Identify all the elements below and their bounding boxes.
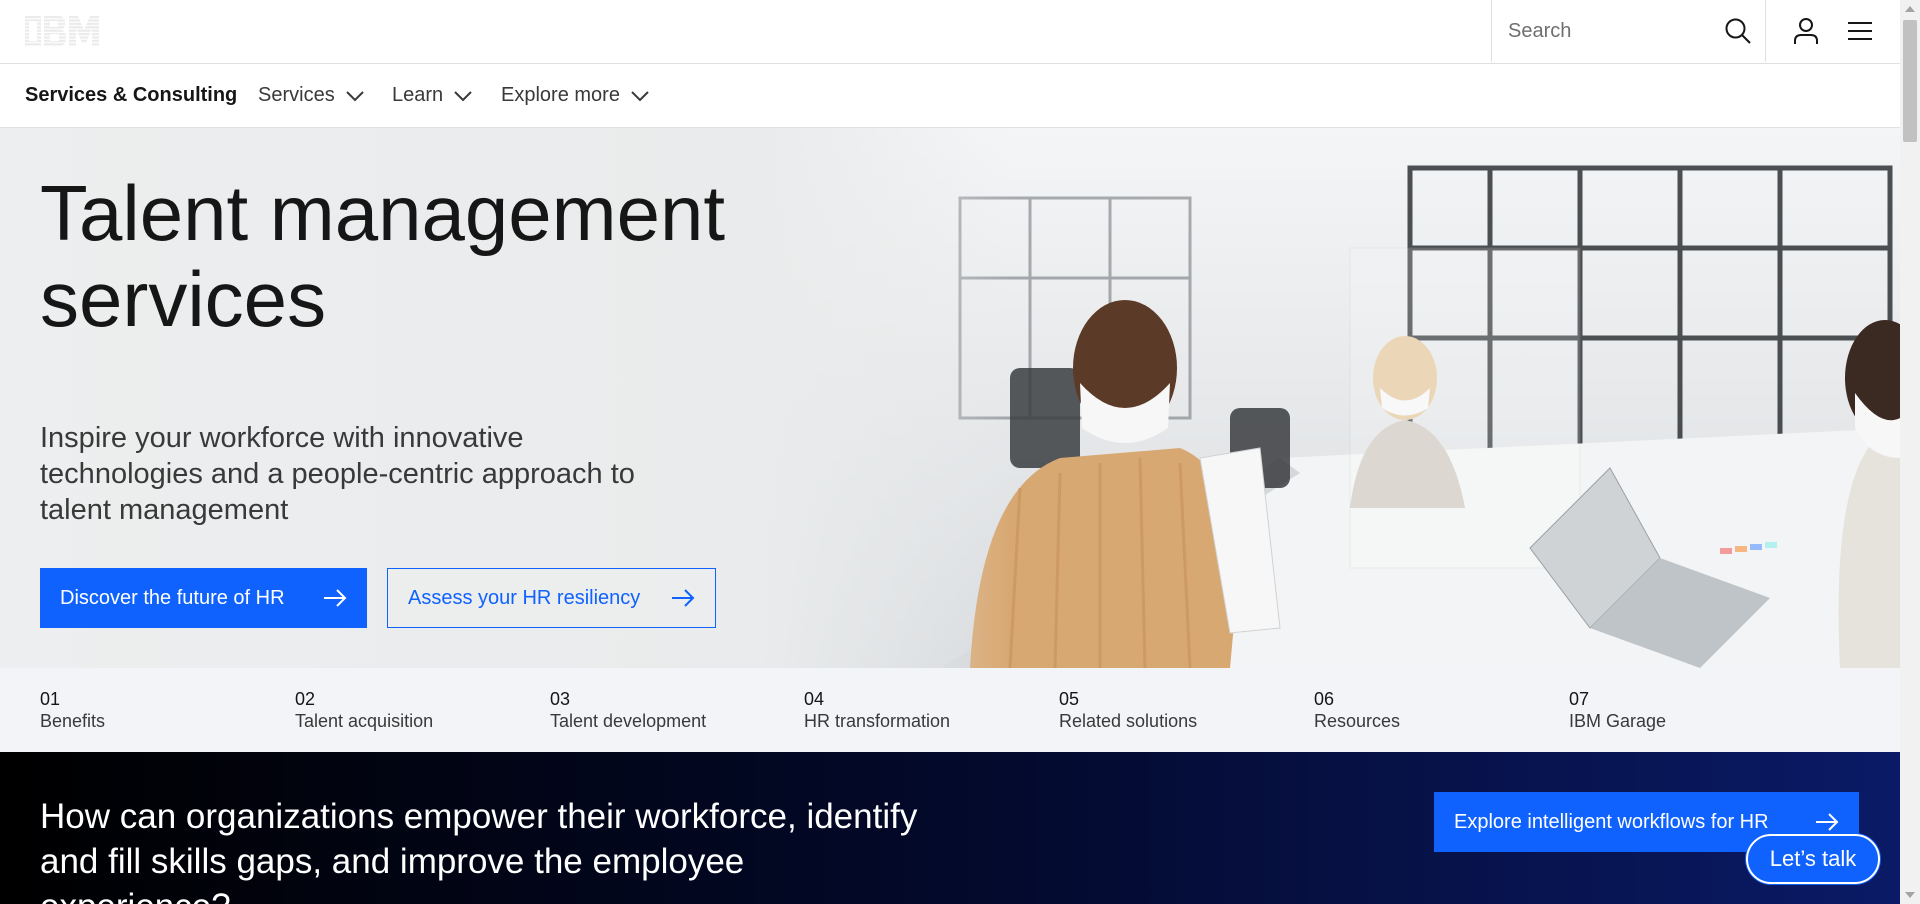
page-title: Talent management services: [40, 169, 726, 343]
toc-label: Resources: [1314, 711, 1401, 731]
triangle-down-icon: [1905, 892, 1915, 898]
cta-band: How can organizations empower their work…: [0, 752, 1900, 904]
chevron-down-icon: [631, 90, 649, 101]
button-label: Explore intelligent workflows for HR: [1454, 810, 1769, 833]
scroll-up-arrow[interactable]: [1900, 0, 1920, 18]
nav-item-explore-more[interactable]: Explore more: [501, 84, 650, 107]
lets-talk-chat-button[interactable]: Let’s talk: [1746, 834, 1880, 884]
toc-item-talent-acquisition[interactable]: 02 Talent acquisition: [295, 688, 433, 732]
triangle-up-icon: [1905, 6, 1915, 12]
search-icon: [1725, 18, 1751, 44]
ibm-logo[interactable]: [25, 16, 99, 46]
page: Services & Consulting Services Learn Exp…: [0, 0, 1900, 904]
page-scrollbar[interactable]: [1900, 0, 1920, 904]
nav-item-services[interactable]: Services: [258, 84, 365, 107]
nav-item-label: Learn: [392, 84, 444, 106]
button-label: Discover the future of HR: [60, 586, 285, 609]
scroll-down-arrow[interactable]: [1900, 886, 1920, 904]
scroll-thumb[interactable]: [1903, 20, 1917, 142]
search-input[interactable]: [1506, 14, 1710, 48]
toc-number: 02: [295, 689, 316, 709]
toc-label: Talent development: [550, 711, 707, 731]
button-label: Assess your HR resiliency: [408, 586, 641, 609]
hero-office-photo: [760, 128, 1900, 668]
cta-band-heading: How can organizations empower their work…: [40, 797, 918, 904]
toc-item-related-solutions[interactable]: 05 Related solutions: [1059, 688, 1197, 732]
ibm-logo-icon: [25, 16, 99, 46]
toc-number: 06: [1314, 689, 1335, 709]
nav-item-learn[interactable]: Learn: [392, 84, 473, 107]
chevron-down-icon: [345, 90, 364, 101]
arrow-right-icon: [324, 589, 347, 607]
toc-number: 07: [1569, 689, 1590, 709]
toc-label: Talent acquisition: [295, 711, 434, 731]
discover-future-hr-button[interactable]: Discover the future of HR: [40, 568, 367, 628]
user-icon: [1794, 18, 1818, 44]
toc-item-benefits[interactable]: 01 Benefits: [40, 688, 105, 732]
toc-label: Benefits: [40, 711, 106, 731]
nav-item-label: Services: [258, 84, 335, 106]
toc-number: 05: [1059, 689, 1080, 709]
hero-section: Talent management services Inspire your …: [0, 128, 1900, 668]
toc-label: Related solutions: [1059, 711, 1198, 731]
masthead: [0, 0, 1900, 64]
chevron-down-icon: [454, 90, 472, 101]
toc-number: 04: [804, 689, 825, 709]
toc-item-ibm-garage[interactable]: 07 IBM Garage: [1569, 688, 1666, 732]
menu-icon: [1848, 22, 1872, 40]
menu-button[interactable]: [1840, 11, 1880, 51]
toc-item-resources[interactable]: 06 Resources: [1314, 688, 1400, 732]
search-button[interactable]: [1718, 11, 1758, 51]
user-profile-button[interactable]: [1786, 11, 1826, 51]
toc-number: 03: [550, 689, 571, 709]
hero-subtitle: Inspire your workforce with innovative t…: [40, 422, 635, 526]
toc-label: IBM Garage: [1569, 711, 1667, 731]
nav-item-label: Explore more: [501, 84, 620, 106]
toc-label: HR transformation: [804, 711, 951, 731]
assess-hr-resiliency-button[interactable]: Assess your HR resiliency: [387, 568, 716, 628]
toc-item-talent-development[interactable]: 03 Talent development: [550, 688, 706, 732]
secondary-nav: Services & Consulting Services Learn Exp…: [0, 64, 1900, 128]
arrow-right-icon: [1816, 813, 1839, 831]
arrow-right-icon: [672, 589, 695, 607]
nav-brand-link[interactable]: Services & Consulting: [25, 84, 237, 107]
search-box: [1491, 0, 1766, 62]
table-of-contents: 01 Benefits 02 Talent acquisition 03 Tal…: [0, 668, 1900, 752]
toc-number: 01: [40, 689, 61, 709]
toc-item-hr-transformation[interactable]: 04 HR transformation: [804, 688, 950, 732]
